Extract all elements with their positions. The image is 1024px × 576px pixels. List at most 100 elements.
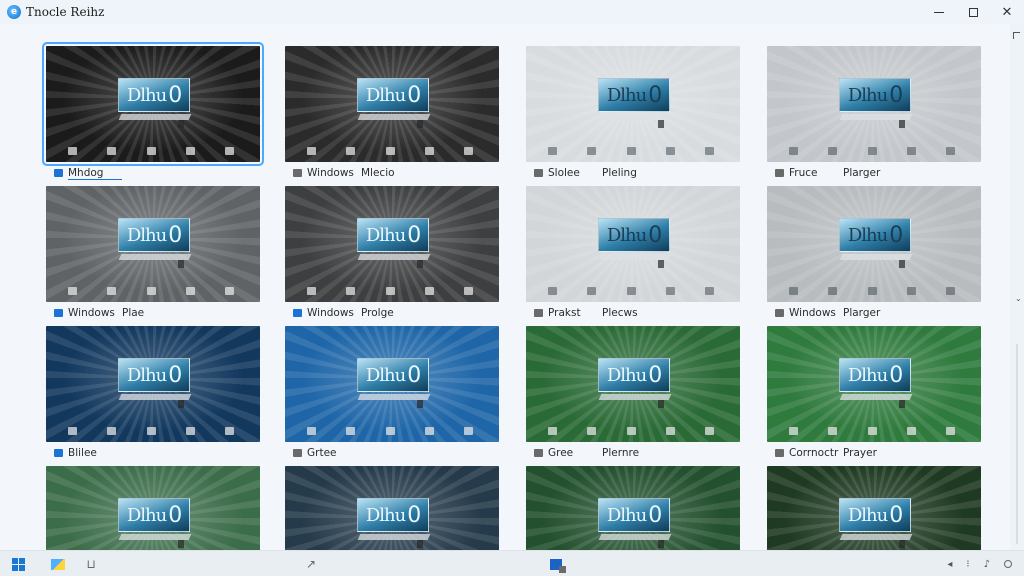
preview-mini-icon [307, 147, 316, 155]
stand-illustration [178, 120, 184, 128]
tile-label-primary: Grtee [307, 447, 337, 459]
theme-tile[interactable]: Dlhu 0 Slolee Pleling [526, 46, 740, 183]
theme-tile[interactable]: Dlhu 0 Mhdog [42, 42, 264, 183]
theme-preview-image[interactable]: Dlhu 0 [526, 326, 740, 442]
tile-label-primary: Prakst [548, 307, 581, 319]
monitor-illustration: Dlhu 0 [598, 78, 670, 112]
monitor-text: Dlhu [847, 364, 888, 386]
theme-tile[interactable]: Dlhu 0 [285, 466, 499, 550]
preview-mini-icon [946, 147, 955, 155]
caption-app-icon [534, 169, 543, 177]
preview-icons-row [68, 147, 234, 157]
preview-mini-icon [789, 287, 798, 295]
theme-preview-image[interactable]: Dlhu 0 [526, 186, 740, 302]
theme-tile[interactable]: Dlhu 0 Fruce Plarger [767, 46, 981, 183]
preview-mini-icon [107, 427, 117, 435]
preview-mini-icon [225, 287, 234, 295]
monitor-circle: 0 [889, 222, 903, 248]
taskbar-store-button[interactable] [548, 556, 566, 573]
maximize-button[interactable] [956, 0, 990, 24]
theme-tile[interactable]: Dlhu 0 Prakst Plecws [526, 186, 740, 323]
stand-illustration [417, 540, 423, 548]
taskbar-file-button[interactable]: ⊔ [84, 556, 98, 572]
preview-mini-icon [828, 287, 838, 295]
monitor-illustration: Dlhu 0 [357, 498, 429, 532]
monitor-text: Dlhu [606, 504, 647, 526]
theme-preview-image[interactable]: Dlhu 0 [42, 42, 264, 166]
preview-mini-icon [185, 427, 195, 435]
theme-tile[interactable]: Dlhu 0 Blilee [46, 326, 260, 463]
stand-illustration [899, 120, 905, 128]
monitor-illustration: Dlhu 0 [598, 498, 670, 532]
theme-preview-image[interactable]: Dlhu 0 [46, 466, 260, 550]
monitor-circle: 0 [407, 362, 421, 388]
preview-mini-icon [548, 427, 557, 435]
preview-mini-icon [68, 427, 77, 435]
preview-mini-icon [464, 287, 473, 295]
stand-illustration [417, 120, 423, 128]
theme-tile[interactable]: Dlhu 0 Windows Plarger [767, 186, 981, 323]
theme-preview-image[interactable]: Dlhu 0 [526, 46, 740, 162]
theme-preview-image[interactable]: Dlhu 0 [767, 326, 981, 442]
tile-label-secondary: Plernre [602, 447, 640, 459]
preview-mini-icon [146, 287, 156, 295]
preview-icons-row [307, 147, 473, 157]
theme-preview-image[interactable]: Dlhu 0 [46, 326, 260, 442]
theme-tile[interactable]: Dlhu 0 Corrnoctr Prayer [767, 326, 981, 463]
theme-preview-image[interactable]: Dlhu 0 [526, 466, 740, 550]
tray-arrow-icon[interactable]: ◂ [947, 559, 952, 570]
tray-wifi-icon[interactable]: ⁝ [966, 559, 969, 570]
theme-tile[interactable]: Dlhu 0 [526, 466, 740, 550]
monitor-circle: 0 [648, 222, 662, 248]
preview-mini-icon [626, 147, 636, 155]
tile-label-secondary: Plae [122, 307, 145, 319]
monitor-circle: 0 [168, 362, 182, 388]
scroll-up-icon[interactable] [1013, 32, 1020, 39]
preview-mini-icon [906, 427, 916, 435]
preview-mini-icon [587, 427, 597, 435]
monitor-illustration: Dlhu 0 [839, 218, 911, 252]
theme-preview-image[interactable]: Dlhu 0 [285, 46, 499, 162]
theme-tile[interactable]: Dlhu 0 [46, 466, 260, 550]
preview-mini-icon [424, 427, 434, 435]
taskbar-tool-button[interactable]: ↗ [304, 556, 318, 572]
stand-illustration [899, 540, 905, 548]
tile-label-secondary: Plarger [843, 167, 881, 179]
tile-label-primary: Blilee [68, 447, 97, 459]
preview-mini-icon [548, 287, 557, 295]
theme-preview-image[interactable]: Dlhu 0 [285, 326, 499, 442]
tray-volume-icon[interactable]: ♪ [984, 559, 990, 570]
close-button[interactable]: ✕ [990, 0, 1024, 24]
theme-tile[interactable]: Dlhu 0 Windows Prolge [285, 186, 499, 323]
theme-tile[interactable]: Dlhu 0 Windows Mlecio [285, 46, 499, 183]
vertical-scrollbar[interactable]: ⌄ [1010, 24, 1024, 550]
preview-mini-icon [867, 427, 877, 435]
tile-label-secondary: Mlecio [361, 167, 395, 179]
scroll-down-icon[interactable]: ⌄ [1015, 294, 1022, 304]
theme-preview-image[interactable]: Dlhu 0 [46, 186, 260, 302]
theme-tile[interactable]: Dlhu 0 Grtee [285, 326, 499, 463]
theme-preview-image[interactable]: Dlhu 0 [285, 466, 499, 550]
theme-tile[interactable]: Dlhu 0 [767, 466, 981, 550]
minimize-button[interactable] [922, 0, 956, 24]
preview-mini-icon [346, 147, 356, 155]
scroll-track[interactable] [1016, 344, 1018, 544]
theme-preview-image[interactable]: Dlhu 0 [767, 46, 981, 162]
preview-mini-icon [828, 147, 838, 155]
theme-preview-image[interactable]: Dlhu 0 [767, 186, 981, 302]
monitor-circle: 0 [889, 362, 903, 388]
monitor-illustration: Dlhu 0 [839, 498, 911, 532]
start-button[interactable] [10, 556, 26, 572]
preview-mini-icon [906, 147, 916, 155]
theme-tile[interactable]: Dlhu 0 Gree Plernre [526, 326, 740, 463]
theme-preview-image[interactable]: Dlhu 0 [285, 186, 499, 302]
tile-caption: Blilee [46, 443, 260, 463]
theme-preview-image[interactable]: Dlhu 0 [767, 466, 981, 550]
monitor-illustration: Dlhu 0 [357, 78, 429, 112]
theme-tile[interactable]: Dlhu 0 Windows Plae [46, 186, 260, 323]
system-tray: ◂ ⁝ ♪ [947, 556, 1012, 572]
tray-settings-icon[interactable] [1004, 560, 1012, 568]
preview-mini-icon [464, 427, 473, 435]
taskbar-photos-button[interactable] [50, 556, 66, 572]
caption-app-icon [534, 309, 543, 317]
